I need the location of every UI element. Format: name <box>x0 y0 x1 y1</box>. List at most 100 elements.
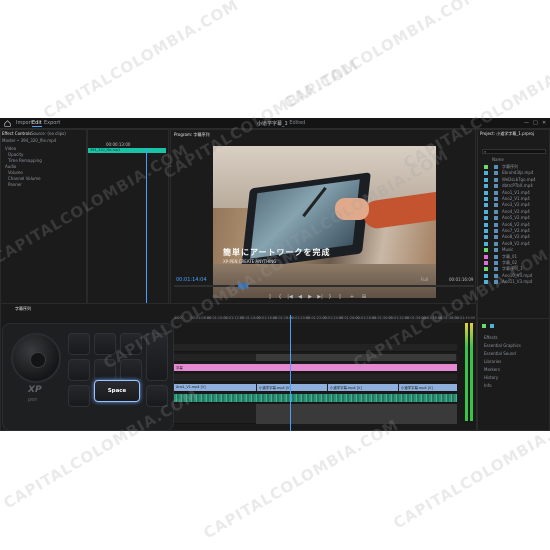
audio-track-a1[interactable] <box>174 394 457 403</box>
project-item[interactable]: 字幕序列_1 <box>484 266 548 272</box>
effects-item[interactable]: Effects <box>484 335 498 340</box>
home-icon[interactable] <box>4 120 11 127</box>
project-item[interactable]: Ano11_V3.mp4 <box>484 279 548 285</box>
close-button[interactable]: ✕ <box>542 120 546 126</box>
effects-item[interactable]: Libraries <box>484 359 501 364</box>
project-item[interactable]: Ano3_V2.mp4 <box>484 202 548 208</box>
label-color-swatch <box>484 165 488 169</box>
effect-item[interactable]: Volume <box>8 170 23 175</box>
subtitle-clip[interactable]: 字幕 <box>174 364 457 371</box>
mark-out-icon[interactable]: ⟧ <box>337 294 343 300</box>
label-color-swatch <box>484 280 488 285</box>
label-color-swatch <box>484 261 488 265</box>
step-forward-icon[interactable]: ▶| <box>317 294 323 300</box>
rotary-dial[interactable] <box>11 333 61 383</box>
project-item[interactable]: Ano1_V1.mp4 <box>484 190 548 196</box>
tool-icon[interactable] <box>482 324 486 328</box>
project-item[interactable]: 字幕序列 <box>484 164 548 170</box>
project-item-name: Ano4_V2.mp4 <box>502 208 530 214</box>
tab-timeline-sequence[interactable]: 字幕序列 <box>15 306 31 312</box>
tab-project[interactable]: Project: 小道学字幕_1.prproj <box>480 131 534 137</box>
tab-source[interactable]: Source: (no clips) <box>31 131 66 136</box>
nav-edit[interactable]: Edit <box>32 120 42 127</box>
mini-timecode: 00:00:13:00 <box>106 142 131 147</box>
effects-item[interactable]: Essential Graphics <box>484 343 521 348</box>
effect-item[interactable]: Channel Volume <box>8 176 41 181</box>
maximize-button[interactable]: □ <box>533 120 538 126</box>
file-icon <box>494 165 498 169</box>
project-item[interactable]: Ebruhd3Ijs.mp4 <box>484 170 548 176</box>
project-search-input[interactable]: ⌕ <box>482 149 546 154</box>
video-track[interactable] <box>174 374 457 382</box>
go-to-in-icon[interactable]: |◀ <box>287 294 293 300</box>
keypad-key[interactable] <box>68 359 90 381</box>
effects-item[interactable]: Essential Sound <box>484 351 516 356</box>
project-item[interactable]: Ano7_V2.mp4 <box>484 228 548 234</box>
project-item[interactable]: Ano4_V2.mp4 <box>484 209 548 215</box>
keypad-key[interactable] <box>68 333 90 355</box>
project-item[interactable]: Ano8_V2.mp4 <box>484 234 548 240</box>
minimize-button[interactable]: — <box>524 120 529 126</box>
file-icon <box>494 177 498 182</box>
space-key[interactable]: Space <box>94 380 140 402</box>
label-color-swatch <box>484 209 488 214</box>
project-item[interactable]: Ano2_V1.mp4 <box>484 196 548 202</box>
effect-item[interactable]: Time Remapping <box>8 158 42 163</box>
tab-effect-controls[interactable]: Effect Controls <box>2 131 31 136</box>
tab-program[interactable]: Program: 字幕序列 <box>174 132 210 138</box>
video-track-main[interactable]: Ano1_V1.mp4 [V] 小道学字幕.mp4 [V] 小道学字幕.mp4 … <box>174 384 457 392</box>
audio-clip[interactable] <box>174 394 457 402</box>
video-track-v3[interactable] <box>174 344 457 352</box>
play-icon[interactable]: ▶ <box>307 294 313 300</box>
step-back-icon[interactable]: ◀ <box>297 294 303 300</box>
project-item-name: Ano10_V3.mp4 <box>502 272 533 278</box>
file-icon <box>494 216 498 221</box>
project-item[interactable]: Ano5_V2.mp4 <box>484 215 548 221</box>
clip-name: Master • 394_320_file.mp4 <box>2 138 57 143</box>
transport-controls: ⟦ { |◀ ◀ ▶ ▶| } ⟧ + ⊞ <box>267 294 407 302</box>
project-column-name[interactable]: Name <box>492 157 504 162</box>
project-item[interactable]: dbtrcPTbX.mp4 <box>484 183 548 189</box>
scrub-bar[interactable] <box>174 283 474 289</box>
video-clip[interactable]: 小道学字幕.mp4 [V] <box>257 384 327 391</box>
tool-icon[interactable] <box>490 324 494 328</box>
project-item[interactable]: Music <box>484 247 548 253</box>
export-frame-icon[interactable]: ⊞ <box>361 294 367 300</box>
project-item[interactable]: 字幕_01 <box>484 254 548 260</box>
effects-item[interactable]: Markers <box>484 367 500 372</box>
video-clip[interactable]: 小道学字幕.mp4 [V] <box>399 384 457 391</box>
effect-item[interactable]: Opacity <box>8 152 23 157</box>
brand-logo-sub: pen <box>28 397 38 403</box>
file-icon <box>494 261 498 265</box>
project-item[interactable]: Ano10_V3.mp4 <box>484 273 548 279</box>
program-timecode[interactable]: 00:01:14:04 <box>176 277 207 283</box>
video-track-v2[interactable] <box>174 354 457 362</box>
track-region[interactable] <box>256 404 457 424</box>
go-to-out-icon[interactable]: } <box>327 294 333 300</box>
mini-clip-label: 394_320_file.mp4 <box>90 148 121 152</box>
label-color-swatch <box>484 216 488 221</box>
label-color-swatch <box>484 190 488 195</box>
effects-item[interactable]: History <box>484 375 498 380</box>
audio-track-a2[interactable] <box>174 404 457 424</box>
video-track-v1[interactable]: 字幕 <box>174 364 457 372</box>
timeline-playhead[interactable] <box>290 315 291 431</box>
project-item[interactable]: Ano6_V2.mp4 <box>484 222 548 228</box>
video-clip[interactable]: 小道学字幕.mp4 [V] <box>328 384 398 391</box>
effects-item[interactable]: Info <box>484 383 492 388</box>
project-item[interactable]: Ano9_V2.mp4 <box>484 241 548 247</box>
fit-dropdown[interactable]: Full <box>421 277 428 282</box>
mark-clip-icon[interactable]: { <box>277 294 283 300</box>
audio-meter-left <box>465 323 468 421</box>
nav-export[interactable]: Export <box>44 120 60 126</box>
insert-icon[interactable]: + <box>349 294 355 300</box>
mark-in-icon[interactable]: ⟦ <box>267 294 273 300</box>
dial-center-button[interactable] <box>30 352 46 368</box>
keypad-key[interactable] <box>68 385 90 407</box>
effect-item[interactable]: Audio <box>5 164 16 169</box>
project-item[interactable]: WeDsLbTgo.mp4 <box>484 177 548 183</box>
effect-item[interactable]: Panner <box>8 182 22 187</box>
file-icon <box>494 184 498 189</box>
nav-import[interactable]: Import <box>16 120 33 126</box>
effect-item[interactable]: Video <box>5 146 16 151</box>
